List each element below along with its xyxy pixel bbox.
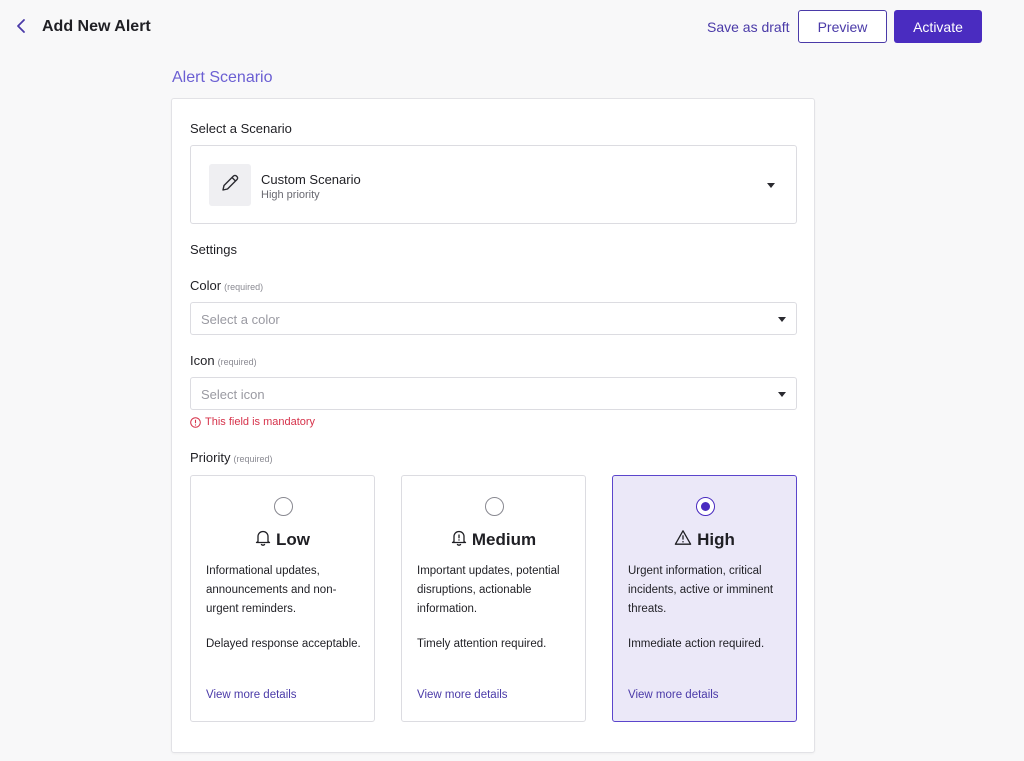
priority-title-medium: Medium xyxy=(402,529,585,551)
priority-radio-high[interactable] xyxy=(696,497,715,516)
settings-label: Settings xyxy=(190,242,237,257)
chevron-down-icon xyxy=(778,392,786,397)
priority-note-high: Immediate action required. xyxy=(628,638,765,650)
bell-icon xyxy=(255,529,276,551)
priority-label-text: Priority xyxy=(190,450,231,465)
alert-scenario-card: Select a Scenario Custom Scenario High p… xyxy=(171,98,815,753)
icon-label: Icon (required) xyxy=(190,353,257,368)
priority-label: Priority (required) xyxy=(190,450,272,465)
view-more-details-link[interactable]: View more details xyxy=(206,689,297,701)
priority-desc-low: Informational updates, announcements and… xyxy=(206,565,337,615)
preview-button[interactable]: Preview xyxy=(798,10,887,43)
priority-note-low: Delayed response acceptable. xyxy=(206,638,361,650)
scenario-priority: High priority xyxy=(261,189,320,201)
priority-radio-medium[interactable] xyxy=(485,497,504,516)
color-label-text: Color xyxy=(190,278,222,293)
priority-title-high: High xyxy=(613,529,796,551)
priority-note-medium: Timely attention required. xyxy=(417,638,547,650)
priority-desc-high: Urgent information, critical incidents, … xyxy=(628,565,774,615)
top-bar: Add New Alert Save as draft Preview Acti… xyxy=(0,0,1024,54)
view-more-details-link[interactable]: View more details xyxy=(628,689,719,701)
chevron-down-icon xyxy=(767,183,775,188)
bell-alert-icon xyxy=(451,529,472,551)
color-label: Color (required) xyxy=(190,278,263,293)
warning-triangle-icon xyxy=(674,529,697,551)
priority-option-low[interactable]: Low Informational updates, announcements… xyxy=(190,475,375,722)
scenario-label: Select a Scenario xyxy=(190,121,292,136)
scenario-icon-container xyxy=(209,164,251,206)
icon-select-placeholder: Select icon xyxy=(201,387,265,402)
icon-select[interactable]: Select icon xyxy=(190,377,797,410)
priority-title-low: Low xyxy=(191,529,374,551)
radio-selected-dot xyxy=(701,502,710,511)
required-hint: (required) xyxy=(233,454,273,464)
scenario-dropdown[interactable]: Custom Scenario High priority xyxy=(190,145,797,224)
save-as-draft-link[interactable]: Save as draft xyxy=(707,19,790,35)
priority-option-medium[interactable]: Medium Important updates, potential disr… xyxy=(401,475,586,722)
icon-error-message: This field is mandatory xyxy=(190,416,315,428)
page-title: Add New Alert xyxy=(42,18,151,35)
required-hint: (required) xyxy=(217,357,257,367)
error-text: This field is mandatory xyxy=(205,416,316,428)
scenario-name: Custom Scenario xyxy=(261,172,361,187)
priority-option-high[interactable]: High Urgent information, critical incide… xyxy=(612,475,797,722)
color-select[interactable]: Select a color xyxy=(190,302,797,335)
icon-label-text: Icon xyxy=(190,353,215,368)
back-arrow-icon[interactable] xyxy=(14,16,30,36)
required-hint: (required) xyxy=(224,282,264,292)
error-circle-icon xyxy=(190,416,201,428)
chevron-down-icon xyxy=(778,317,786,322)
view-more-details-link[interactable]: View more details xyxy=(417,689,508,701)
activate-button[interactable]: Activate xyxy=(894,10,982,43)
pencil-icon xyxy=(219,172,241,199)
color-select-placeholder: Select a color xyxy=(201,312,280,327)
priority-radio-low[interactable] xyxy=(274,497,293,516)
section-title: Alert Scenario xyxy=(172,69,273,86)
priority-desc-medium: Important updates, potential disruptions… xyxy=(417,565,560,615)
